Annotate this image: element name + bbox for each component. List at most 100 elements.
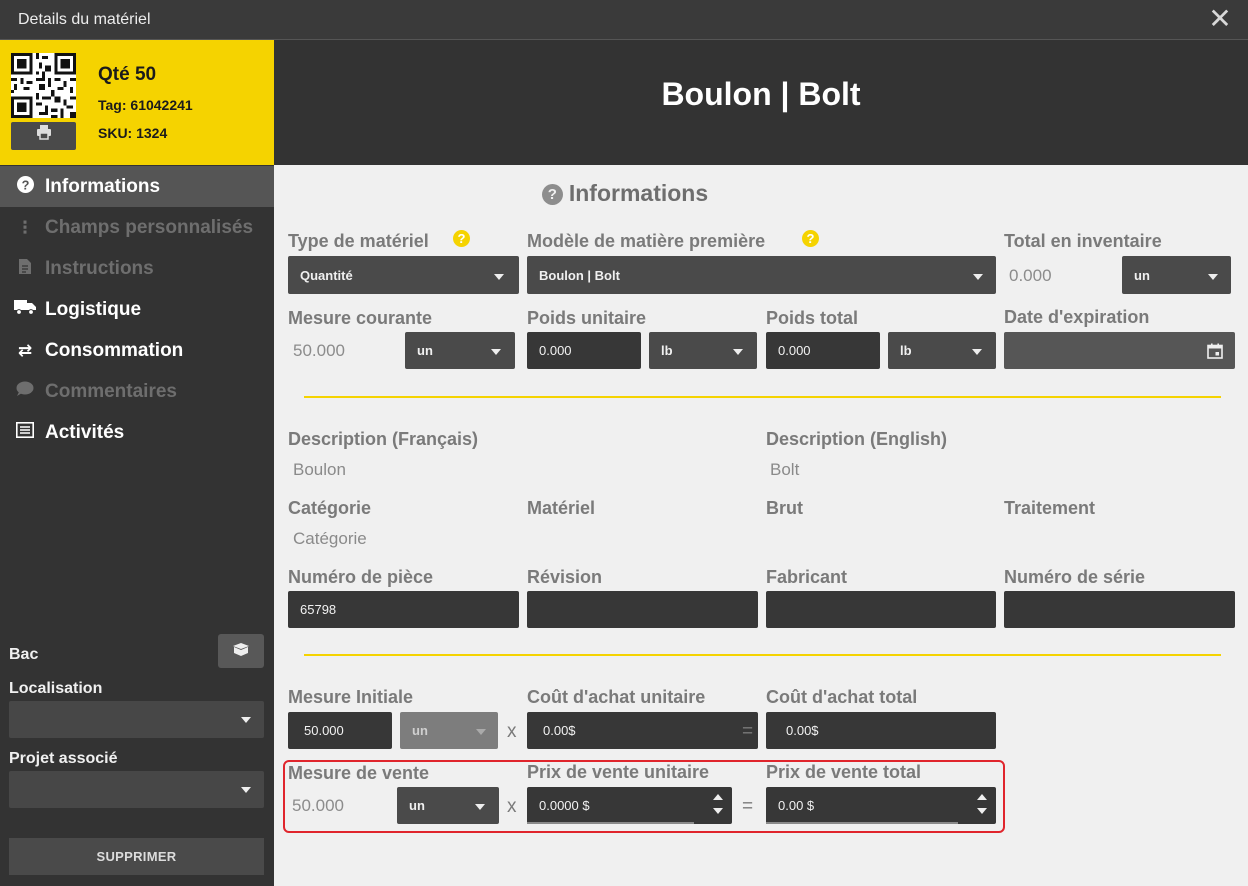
nav-label: Consommation: [45, 339, 184, 361]
poids-total-value: 0.000: [778, 343, 811, 358]
expiration-date-input[interactable]: [1004, 332, 1235, 369]
cout-total-label: Coût d'achat total: [766, 687, 918, 707]
nav-item-activites[interactable]: Activités: [0, 412, 274, 453]
section-title-text: Informations: [568, 180, 709, 206]
mesure-initiale-value: 50.000: [304, 723, 344, 738]
projet-select[interactable]: [9, 771, 264, 808]
nav-label: Activités: [45, 421, 125, 443]
poids-unitaire-value: 0.000: [539, 343, 572, 358]
prix-unitaire-input[interactable]: 0.0000 $: [527, 787, 732, 824]
localisation-select[interactable]: [9, 701, 264, 738]
mesure-label: Mesure courante: [288, 308, 433, 328]
desc-fr-value: Boulon: [293, 460, 346, 479]
input-underline: [527, 822, 694, 824]
chevron-down-icon: [476, 729, 486, 735]
revision-label: Révision: [527, 567, 603, 587]
desc-en-label: Description (English): [766, 429, 948, 449]
poids-unitaire-label: Poids unitaire: [527, 308, 647, 328]
sku-text: SKU: 1324: [98, 125, 168, 141]
poids-total-label: Poids total: [766, 308, 859, 328]
prix-unitaire-label: Prix de vente unitaire: [527, 762, 710, 782]
window-title: Details du matériel: [18, 11, 151, 28]
truck-icon: [14, 299, 36, 320]
chevron-down-icon: [972, 349, 982, 355]
nav-item-commentaires[interactable]: Commentaires: [0, 371, 274, 412]
nav-item-logistique[interactable]: Logistique: [0, 289, 274, 330]
poids-total-input[interactable]: 0.000: [766, 332, 880, 369]
cout-total-input[interactable]: 0.00$: [766, 712, 996, 749]
mesure-initiale-unit-select: un: [400, 712, 498, 749]
nav-item-consommation[interactable]: ⇄ Consommation: [0, 330, 274, 371]
print-label-button[interactable]: [11, 122, 76, 150]
piece-label: Numéro de pièce: [288, 567, 434, 587]
fabricant-input[interactable]: [766, 591, 996, 628]
nav-item-champs-personnalises[interactable]: ⋮ Champs personnalisés: [0, 207, 274, 248]
mesure-value: 50.000: [293, 341, 345, 360]
chevron-down-icon: [494, 274, 504, 280]
tag-text: Tag: 61042241: [98, 97, 193, 113]
localisation-label: Localisation: [9, 680, 103, 697]
poids-unitaire-unit-select[interactable]: lb: [649, 332, 757, 369]
nav-item-informations[interactable]: ? Informations: [0, 166, 274, 207]
cout-unitaire-input[interactable]: 0.00$: [527, 712, 758, 749]
prix-unitaire-value: 0.0000 $: [539, 798, 590, 813]
model-label: Modèle de matière première: [527, 231, 766, 251]
vertical-dots-icon: ⋮: [16, 217, 34, 237]
help-icon[interactable]: ?: [802, 230, 819, 247]
prix-total-value: 0.00 $: [778, 798, 815, 813]
nav-item-instructions[interactable]: Instructions: [0, 248, 274, 289]
close-icon[interactable]: ✕: [1205, 4, 1235, 34]
spinner-arrows-icon[interactable]: [712, 794, 724, 816]
poids-unitaire-unit-value: lb: [661, 343, 673, 358]
poids-total-unit-select[interactable]: lb: [888, 332, 996, 369]
model-select[interactable]: Boulon | Bolt: [527, 256, 996, 294]
help-icon[interactable]: ?: [453, 230, 470, 247]
equals-sign: =: [742, 796, 754, 817]
materiel-label: Matériel: [527, 498, 596, 518]
desc-fr-label: Description (Français): [288, 429, 479, 449]
printer-icon: [36, 125, 52, 144]
bin-button[interactable]: [218, 634, 264, 668]
traitement-label: Traitement: [1004, 498, 1096, 518]
serie-input[interactable]: [1004, 591, 1235, 628]
categorie-label: Catégorie: [288, 498, 372, 518]
help-circle-icon: ?: [14, 175, 36, 198]
page-title: Boulon | Bolt: [661, 76, 861, 112]
stock-unit-select[interactable]: un: [1122, 256, 1231, 294]
chevron-down-icon: [475, 804, 485, 810]
chevron-down-icon: [491, 349, 501, 355]
type-select[interactable]: Quantité: [288, 256, 519, 294]
cout-unitaire-label: Coût d'achat unitaire: [527, 687, 706, 707]
spinner-arrows-icon[interactable]: [976, 794, 988, 816]
mesure-initiale-input[interactable]: 50.000: [288, 712, 392, 749]
revision-input[interactable]: [527, 591, 758, 628]
prix-total-label: Prix de vente total: [766, 762, 922, 782]
swap-arrows-icon: ⇄: [17, 340, 33, 360]
mesure-vente-unit-value: un: [409, 798, 425, 813]
chevron-down-icon: [241, 787, 251, 793]
mesure-unit-value: un: [417, 343, 433, 358]
cout-total-value: 0.00$: [786, 723, 819, 738]
type-value: Quantité: [300, 267, 353, 283]
projet-label: Projet associé: [9, 750, 118, 767]
prix-total-input[interactable]: 0.00 $: [766, 787, 996, 824]
mesure-unit-select[interactable]: un: [405, 332, 515, 369]
nav-label: Champs personnalisés: [45, 216, 254, 238]
quantity-text: Qté 50: [98, 64, 157, 85]
calendar-icon[interactable]: [1207, 343, 1223, 362]
nav-label: Instructions: [45, 257, 154, 279]
help-circle-icon: ?: [541, 184, 563, 205]
mesure-vente-unit-select[interactable]: un: [397, 787, 499, 824]
document-icon: [14, 258, 36, 280]
poids-unitaire-input[interactable]: 0.000: [527, 332, 641, 369]
mesure-vente-label: Mesure de vente: [288, 763, 430, 783]
mesure-initiale-unit-value: un: [412, 723, 428, 738]
nav-label: Commentaires: [45, 380, 177, 402]
model-value: Boulon | Bolt: [539, 267, 620, 283]
chevron-down-icon: [241, 717, 251, 723]
equals-sign: =: [742, 721, 754, 742]
categorie-value: Catégorie: [293, 529, 367, 548]
delete-button[interactable]: SUPPRIMER: [9, 838, 264, 875]
stock-unit-value: un: [1134, 267, 1150, 283]
piece-input[interactable]: 65798: [288, 591, 519, 628]
